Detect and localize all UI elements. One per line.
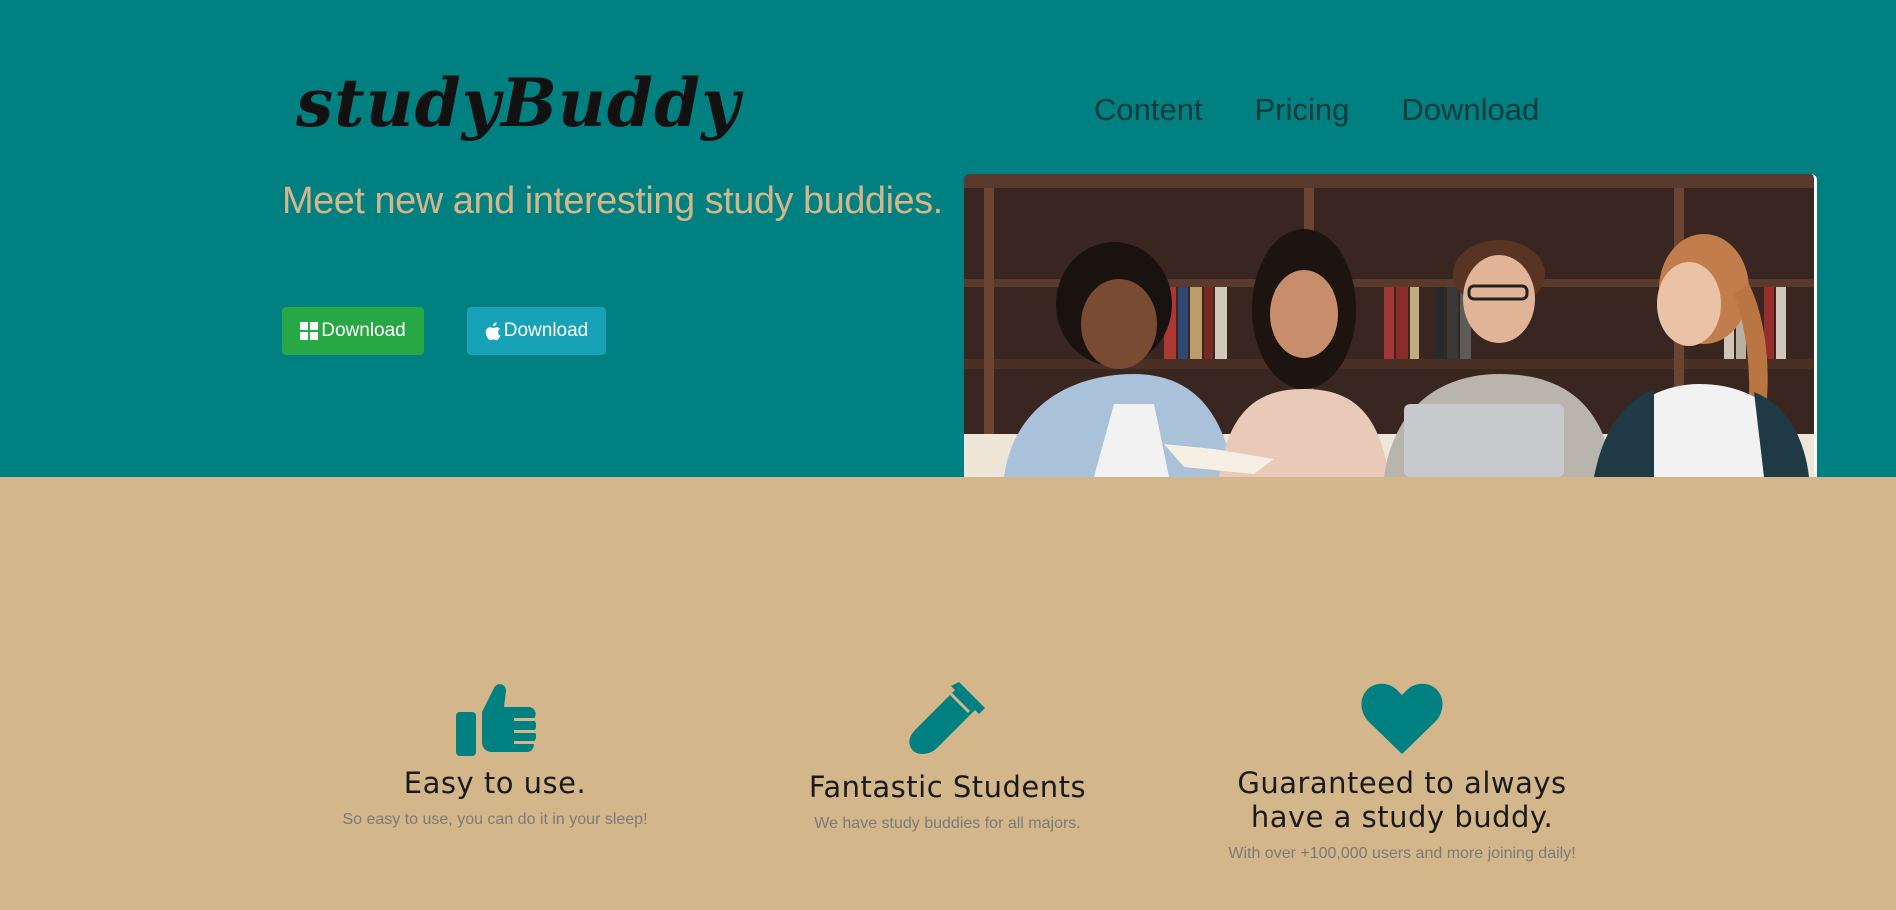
nav-item-download[interactable]: Download	[1401, 92, 1539, 128]
brand-logo[interactable]: studyBuddy	[296, 64, 741, 142]
feature-text-easy: So easy to use, you can do it in your sl…	[342, 811, 648, 828]
mac-download-label: Download	[503, 320, 589, 341]
windows-download-label: Download	[321, 320, 406, 341]
feature-guaranteed-buddy: Guaranteed to always have a study buddy.…	[1222, 682, 1582, 866]
top-nav: Content Pricing Download	[1094, 92, 1539, 128]
feature-title-guaranteed: Guaranteed to always have a study buddy.	[1237, 766, 1567, 834]
hero-section: studyBuddy Content Pricing Download Meet…	[0, 0, 1896, 477]
feature-text-students: We have study buddies for all majors.	[814, 815, 1081, 832]
hero-tagline: Meet new and interesting study buddies.	[282, 180, 943, 222]
thumbs-up-icon	[456, 684, 536, 756]
hero-photo	[964, 174, 1817, 477]
feature-easy-to-use: Easy to use. So easy to use, you can do …	[330, 682, 660, 832]
apple-icon	[485, 321, 501, 340]
feature-text-guaranteed: With over +100,000 users and more joinin…	[1228, 845, 1576, 862]
windows-icon	[300, 322, 319, 340]
test-tube-icon	[908, 682, 985, 754]
feature-title-easy: Easy to use.	[403, 766, 587, 800]
nav-item-content[interactable]: Content	[1094, 92, 1203, 128]
mac-download-button[interactable]: Download	[467, 307, 606, 355]
nav-item-pricing[interactable]: Pricing	[1255, 92, 1350, 128]
heart-icon	[1361, 683, 1443, 754]
feature-title-students: Fantastic Students	[808, 770, 1087, 804]
feature-fantastic-students: Fantastic Students We have study buddies…	[790, 678, 1105, 836]
features-section: Easy to use. So easy to use, you can do …	[0, 477, 1896, 910]
windows-download-button[interactable]: Download	[282, 307, 424, 355]
